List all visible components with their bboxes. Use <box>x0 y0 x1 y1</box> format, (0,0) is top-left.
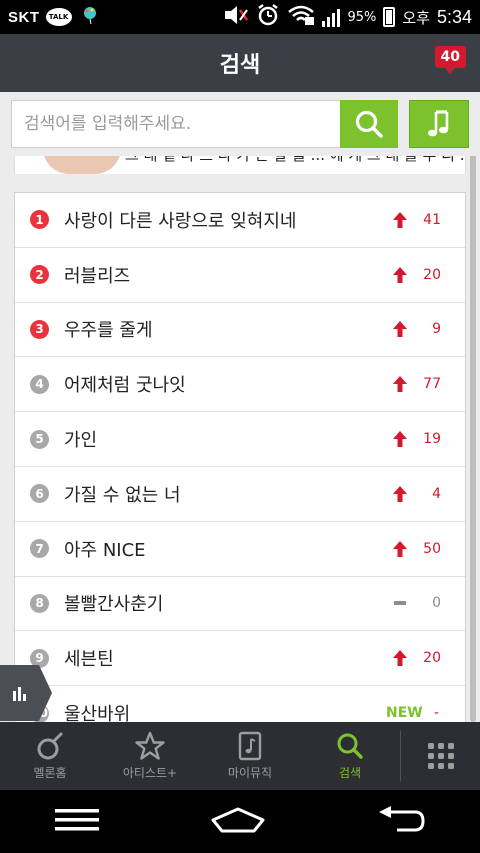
rank-change-value: 9 <box>432 321 441 338</box>
chart-bars-icon <box>13 687 26 701</box>
ampm-label: 오후 <box>402 8 430 27</box>
mute-icon <box>223 4 249 30</box>
my-music-icon <box>238 731 262 761</box>
notification-badge[interactable]: 40 <box>434 46 466 74</box>
search-keyword: 울산바위 <box>64 704 131 722</box>
rank-number-badge: 9 <box>30 648 49 668</box>
search-icon <box>337 733 363 759</box>
rank-up-arrow-icon <box>393 248 407 302</box>
nav-label: 멜론홈 <box>33 766 67 780</box>
menu-button[interactable] <box>55 808 100 836</box>
ranking-row[interactable]: 3 우주를 줄게 9 <box>15 303 465 358</box>
music-recognition-button[interactable] <box>409 100 469 148</box>
search-keyword: 가인 <box>64 430 98 452</box>
rank-change-value: - <box>433 705 439 722</box>
rank-change-value: 41 <box>423 211 441 228</box>
carrier-label: SKT <box>8 8 40 26</box>
rank-change-value: 50 <box>423 540 441 557</box>
clock: 5:34 <box>436 6 472 27</box>
rank-number-badge: 1 <box>30 210 49 230</box>
rank-change-value: 20 <box>423 650 441 667</box>
menu-lines-icon <box>55 808 100 830</box>
bottom-navigation: 멜론홈 아티스트+ 마이뮤직 검색 <box>0 722 480 790</box>
rank-number-badge: 8 <box>30 593 49 613</box>
rank-up-arrow-icon <box>393 467 407 521</box>
page-title: 검색 <box>219 53 261 78</box>
rank-up-arrow-icon <box>393 631 407 685</box>
wifi-icon <box>287 4 315 30</box>
ranking-row[interactable]: 7 아주 NICE 50 <box>15 522 465 577</box>
rank-number-badge: 5 <box>30 429 49 449</box>
nav-my-music[interactable]: 마이뮤직 <box>200 722 300 790</box>
rank-up-arrow-icon <box>393 412 407 466</box>
kakaotalk-icon: TALK <box>45 8 72 26</box>
star-icon <box>135 731 165 760</box>
rank-up-arrow-icon <box>393 522 407 576</box>
battery-icon <box>383 7 396 27</box>
rank-up-arrow-icon <box>393 303 407 357</box>
search-content[interactable]: 그 대 곁 나 르 다 가 는 날 을 ... 에 게 그 대 를 부 디 . … <box>0 92 480 722</box>
rank-up-arrow-icon <box>393 357 407 411</box>
back-button[interactable] <box>377 805 425 838</box>
melon-home-icon <box>37 732 63 760</box>
ranking-row[interactable]: 8 볼빨간사춘기 0 <box>15 577 465 632</box>
scrollbar[interactable] <box>470 132 476 722</box>
grid-menu-icon <box>427 743 454 769</box>
nav-label: 마이뮤직 <box>227 766 273 780</box>
home-button[interactable] <box>210 807 266 837</box>
alarm-icon <box>256 3 280 31</box>
ranking-row[interactable]: 6 가질 수 없는 너 4 <box>15 467 465 522</box>
home-icon <box>211 807 265 832</box>
search-keyword: 볼빨간사춘기 <box>64 594 164 616</box>
search-keyword: 러블리즈 <box>64 265 131 287</box>
balloon-icon <box>82 6 100 28</box>
rank-up-arrow-icon <box>393 193 407 247</box>
rank-number-badge: 2 <box>30 265 49 285</box>
search-keyword: 가질 수 없는 너 <box>64 484 181 506</box>
new-badge: NEW <box>386 705 423 722</box>
music-note-icon <box>428 110 449 137</box>
search-icon <box>355 110 383 138</box>
nav-melon-home[interactable]: 멜론홈 <box>0 722 100 790</box>
nav-search[interactable]: 검색 <box>300 722 400 790</box>
rank-number-badge: 7 <box>30 539 49 559</box>
rank-number-badge: 4 <box>30 374 49 394</box>
nav-artist-plus[interactable]: 아티스트+ <box>100 722 200 790</box>
signal-icon <box>322 7 341 27</box>
search-keyword: 우주를 줄게 <box>64 320 153 342</box>
app-header: 검색 40 <box>0 34 480 92</box>
ranking-row[interactable]: 4 어제처럼 굿나잇 77 <box>15 357 465 413</box>
rank-change-value: 19 <box>423 431 441 448</box>
search-bar <box>0 92 480 156</box>
ranking-row[interactable]: 9 세븐틴 20 <box>15 631 465 687</box>
search-keyword: 사랑이 다른 사랑으로 잊혀지네 <box>64 210 297 232</box>
rank-change-value: 4 <box>432 485 441 502</box>
search-button[interactable] <box>340 100 398 148</box>
nav-label: 아티스트+ <box>122 766 178 780</box>
rank-number-badge: 6 <box>30 484 49 504</box>
nav-label: 검색 <box>338 766 362 780</box>
search-keyword: 세븐틴 <box>64 649 114 671</box>
rank-change-value: 77 <box>423 376 441 393</box>
ranking-row[interactable]: 10울산바위NEW- <box>15 686 465 722</box>
search-input[interactable] <box>11 100 341 148</box>
ranking-row[interactable]: 2 러블리즈 20 <box>15 248 465 303</box>
search-keyword: 어제처럼 굿나잇 <box>64 375 186 397</box>
rank-change-value: 20 <box>423 266 441 283</box>
ranking-row[interactable]: 1 사랑이 다른 사랑으로 잊혀지네 41 <box>15 193 465 248</box>
search-keyword: 아주 NICE <box>64 539 146 561</box>
rank-change-value: 0 <box>432 595 441 612</box>
battery-percent: 95% <box>347 9 377 25</box>
back-arrow-icon <box>378 805 425 831</box>
rank-unchanged-dash-icon <box>393 577 407 631</box>
system-navigation <box>0 790 480 853</box>
nav-more-menu[interactable] <box>401 722 480 790</box>
rank-number-badge: 3 <box>30 319 49 339</box>
status-bar: SKT TALK 95% 오후 5:34 <box>0 0 480 34</box>
ranking-row[interactable]: 5 가인 19 <box>15 412 465 467</box>
popular-search-list: 1 사랑이 다른 사랑으로 잊혀지네 41 2 러블리즈 20 3 우주를 줄게 9 4 어제처럼 … <box>14 192 466 722</box>
